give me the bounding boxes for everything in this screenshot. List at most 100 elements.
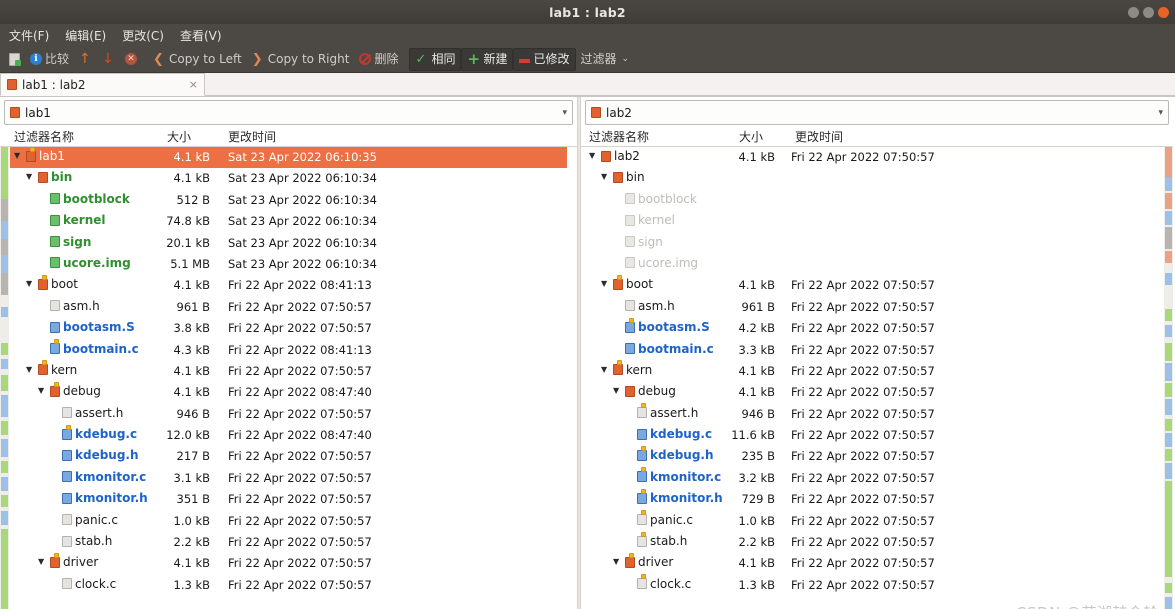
row-mtime-cell: Fri 22 Apr 2022 07:50:57: [791, 406, 935, 421]
expand-collapse-toggle-icon[interactable]: ▼: [601, 171, 610, 183]
chevron-down-icon[interactable]: ▾: [1158, 108, 1163, 118]
row-size-cell: 1.3 kB: [173, 577, 211, 592]
table-row[interactable]: clock.c 1.3 kB Fri 22 Apr 2022 07:50:57: [585, 574, 1161, 596]
row-mtime-cell: Fri 22 Apr 2022 07:50:57: [791, 299, 935, 314]
minimize-icon[interactable]: [1128, 6, 1139, 18]
table-row[interactable]: panic.c 1.0 kB Fri 22 Apr 2022 07:50:57: [585, 510, 1161, 532]
table-row[interactable]: kmonitor.c 3.1 kB Fri 22 Apr 2022 07:50:57: [10, 468, 567, 489]
diff-map-segment: [1, 359, 8, 369]
table-row[interactable]: ▼ lab2 4.1 kB Fri 22 Apr 2022 07:50:57: [585, 147, 1161, 168]
table-row[interactable]: kdebug.c 12.0 kB Fri 22 Apr 2022 08:47:40: [10, 424, 567, 446]
table-row[interactable]: ▼ boot 4.1 kB Fri 22 Apr 2022 07:50:57: [585, 274, 1161, 296]
table-row[interactable]: asm.h 961 B Fri 22 Apr 2022 07:50:57: [10, 297, 567, 318]
table-row[interactable]: bootmain.c 4.3 kB Fri 22 Apr 2022 08:41:13: [10, 339, 567, 361]
menu-item-2[interactable]: 更改(C): [119, 26, 167, 45]
chevron-down-icon[interactable]: ▾: [562, 108, 567, 118]
table-row[interactable]: ucore.img 5.1 MB Sat 23 Apr 2022 06:10:34: [10, 254, 567, 275]
diff-map-segment: [1165, 177, 1172, 191]
toolbar-chevron-left-button[interactable]: ❮ Copy to Left: [148, 48, 247, 71]
column-header-name[interactable]: 过滤器名称: [589, 128, 649, 145]
table-row[interactable]: ▼ debug 4.1 kB Fri 22 Apr 2022 08:47:40: [10, 381, 567, 403]
row-size-cell: 235 B: [741, 449, 776, 464]
toolbar-chevron-right-button[interactable]: ❯ Copy to Right: [247, 48, 355, 71]
table-row[interactable]: kdebug.c 11.6 kB Fri 22 Apr 2022 07:50:57: [585, 425, 1161, 446]
right-path-combo[interactable]: lab2 ▾: [585, 100, 1169, 125]
table-row[interactable]: bootasm.S 4.2 kB Fri 22 Apr 2022 07:50:57: [585, 317, 1161, 339]
file-icon: [625, 214, 635, 226]
diff-map-segment: [1165, 383, 1172, 397]
table-row[interactable]: ▼ driver 4.1 kB Fri 22 Apr 2022 07:50:57: [10, 552, 567, 574]
toolbar-check-button[interactable]: ✓ 相同: [409, 47, 462, 71]
menu-item-0[interactable]: 文件(F): [6, 26, 52, 45]
table-row[interactable]: kernel 74.8 kB Sat 23 Apr 2022 06:10:34: [10, 211, 567, 232]
table-row[interactable]: kmonitor.h 351 B Fri 22 Apr 2022 07:50:57: [10, 489, 567, 510]
table-row[interactable]: sign: [585, 233, 1161, 254]
toolbar-delete-ban-button[interactable]: 删除: [354, 48, 403, 71]
diff-map-segment: [1165, 147, 1172, 177]
table-row[interactable]: ▼ bin: [585, 168, 1161, 189]
table-row[interactable]: kmonitor.h 729 B Fri 22 Apr 2022 07:50:57: [585, 488, 1161, 510]
table-row[interactable]: kdebug.h 217 B Fri 22 Apr 2022 07:50:57: [10, 446, 567, 467]
toolbar-arrow-up-button[interactable]: ↑: [74, 48, 97, 71]
row-size-cell: 5.1 MB: [170, 256, 210, 271]
toolbar-stop-circle-button[interactable]: ✕: [120, 48, 142, 71]
diff-map-segment: [1165, 597, 1172, 609]
column-header-name[interactable]: 过滤器名称: [14, 128, 74, 145]
table-row[interactable]: ▼ bin 4.1 kB Sat 23 Apr 2022 06:10:34: [10, 168, 567, 189]
column-header-size[interactable]: 大小: [739, 128, 763, 145]
table-row[interactable]: ▼ debug 4.1 kB Fri 22 Apr 2022 07:50:57: [585, 382, 1161, 403]
table-row[interactable]: ▼ lab1 4.1 kB Sat 23 Apr 2022 06:10:35: [10, 147, 567, 169]
row-mtime-cell: Sat 23 Apr 2022 06:10:34: [228, 214, 377, 229]
table-row[interactable]: ▼ kern 4.1 kB Fri 22 Apr 2022 07:50:57: [585, 360, 1161, 382]
table-row[interactable]: sign 20.1 kB Sat 23 Apr 2022 06:10:34: [10, 233, 567, 254]
column-header-mtime[interactable]: 更改时间: [228, 128, 276, 145]
column-header-size[interactable]: 大小: [167, 128, 191, 145]
table-row[interactable]: ▼ boot 4.1 kB Fri 22 Apr 2022 08:41:13: [10, 274, 567, 296]
menu-item-1[interactable]: 编辑(E): [62, 26, 109, 45]
table-row[interactable]: ucore.img: [585, 254, 1161, 275]
table-row[interactable]: kernel: [585, 211, 1161, 232]
left-rows: ▼ lab1 4.1 kB Sat 23 Apr 2022 06:10:35 ▼ bin 4…: [10, 147, 567, 609]
left-path-combo[interactable]: lab1 ▾: [4, 100, 573, 125]
maximize-icon[interactable]: [1143, 6, 1154, 18]
table-row[interactable]: stab.h 2.2 kB Fri 22 Apr 2022 07:50:57: [585, 531, 1161, 553]
table-row[interactable]: bootasm.S 3.8 kB Fri 22 Apr 2022 07:50:57: [10, 318, 567, 339]
diff-map-segment: [1165, 325, 1172, 337]
right-file-list[interactable]: ▼ lab2 4.1 kB Fri 22 Apr 2022 07:50:57 ▼ bin b…: [581, 147, 1173, 609]
table-row[interactable]: assert.h 946 B Fri 22 Apr 2022 07:50:57: [10, 404, 567, 425]
right-diff-map[interactable]: [1164, 147, 1173, 609]
tab-close-icon[interactable]: ×: [189, 78, 198, 91]
table-row[interactable]: ▼ kern 4.1 kB Fri 22 Apr 2022 07:50:57: [10, 360, 567, 382]
toolbar-item-label: 过滤器: [580, 52, 617, 66]
left-path-value: lab1: [25, 105, 51, 120]
close-icon[interactable]: [1158, 6, 1169, 18]
table-row[interactable]: kmonitor.c 3.2 kB Fri 22 Apr 2022 07:50:57: [585, 467, 1161, 489]
toolbar-plus-button[interactable]: + 新建: [461, 47, 514, 71]
table-row[interactable]: bootmain.c 3.3 kB Fri 22 Apr 2022 07:50:57: [585, 340, 1161, 361]
column-header-mtime[interactable]: 更改时间: [795, 128, 843, 145]
table-row[interactable]: ▼ driver 4.1 kB Fri 22 Apr 2022 07:50:57: [585, 552, 1161, 574]
left-diff-map[interactable]: [0, 147, 9, 609]
table-row[interactable]: clock.c 1.3 kB Fri 22 Apr 2022 07:50:57: [10, 575, 567, 596]
toolbar-new-file-button[interactable]: [4, 48, 25, 71]
toolbar-item-label: 相同: [431, 52, 456, 66]
table-row[interactable]: assert.h 946 B Fri 22 Apr 2022 07:50:57: [585, 403, 1161, 425]
table-row[interactable]: panic.c 1.0 kB Fri 22 Apr 2022 07:50:57: [10, 511, 567, 532]
table-row[interactable]: stab.h 2.2 kB Fri 22 Apr 2022 07:50:57: [10, 532, 567, 553]
diff-map-segment: [1165, 583, 1172, 593]
toolbar-item-label: 新建: [483, 52, 508, 66]
diff-map-segment: [1, 221, 8, 239]
table-row[interactable]: kdebug.h 235 B Fri 22 Apr 2022 07:50:57: [585, 445, 1161, 467]
diff-map-segment: [1165, 363, 1172, 381]
table-row[interactable]: asm.h 961 B Fri 22 Apr 2022 07:50:57: [585, 297, 1161, 318]
table-row[interactable]: bootblock 512 B Sat 23 Apr 2022 06:10:34: [10, 190, 567, 211]
toolbar-chevron-down-button[interactable]: 过滤器 ⌄: [576, 48, 635, 71]
left-file-list[interactable]: ▼ lab1 4.1 kB Sat 23 Apr 2022 06:10:35 ▼ bin 4…: [0, 147, 577, 609]
diff-map-segment: [1165, 433, 1172, 447]
toolbar-info-button[interactable]: i 比较: [25, 48, 74, 71]
toolbar-minus-button[interactable]: 已修改: [513, 47, 576, 71]
menu-item-3[interactable]: 查看(V): [177, 26, 225, 45]
toolbar-arrow-down-button[interactable]: ↓: [97, 48, 120, 71]
table-row[interactable]: bootblock: [585, 190, 1161, 211]
tab-lab1-lab2[interactable]: lab1 : lab2 ×: [0, 73, 205, 96]
